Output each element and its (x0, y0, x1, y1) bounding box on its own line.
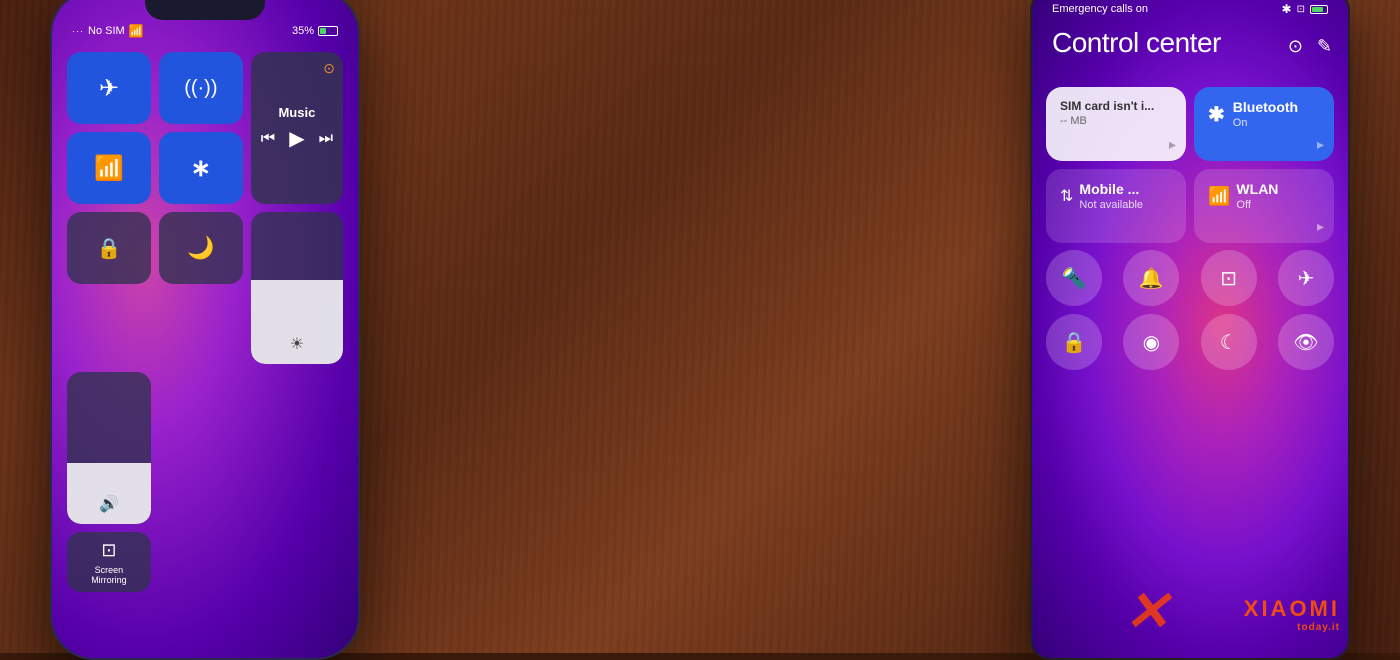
control-center-title-icons: ⊙ ✎ (1288, 36, 1332, 57)
dnd-button[interactable]: ☾ (1201, 314, 1257, 370)
xiaomi-battery-fill (1312, 7, 1323, 12)
screen-mirroring-label: ScreenMirroring (91, 565, 127, 585)
airplane-button-right[interactable]: ✈ (1278, 250, 1334, 306)
bluetooth-tile[interactable]: ∗ (159, 132, 243, 204)
lock-icon: 🔒 (1062, 330, 1087, 355)
iphone-notch (145, 0, 265, 20)
edit-icon[interactable]: ✎ (1317, 36, 1332, 57)
screenshot-button[interactable]: ⊡ (1201, 250, 1257, 306)
xiaomi-control-center-grid: SIM card isn't i... -- MB ▸ ✱ Bluetooth … (1046, 87, 1334, 243)
rotation-lock-tile[interactable]: 🔒 (67, 212, 151, 284)
battery-icon (318, 26, 338, 36)
bell-icon: 🔔 (1139, 266, 1164, 291)
volume-icon: 🔊 (99, 494, 119, 514)
bluetooth-status: On (1233, 117, 1298, 129)
location-button[interactable]: ◉ (1123, 314, 1179, 370)
music-tile[interactable]: ⊙ Music ⏮ ▶ ⏭ (251, 52, 343, 204)
no-sim-label: No SIM (88, 25, 125, 37)
quick-action-row1: 🔦 🔔 ⊡ ✈ (1046, 250, 1334, 306)
screen-mirroring-tile[interactable]: ⊡ ScreenMirroring (67, 532, 151, 592)
cellular-tile[interactable]: ((·)) (159, 52, 243, 124)
lock-button[interactable]: 🔒 (1046, 314, 1102, 370)
iphone-control-center: ✈ ((·)) ⊙ Music ⏮ ▶ ⏭ 📶 ∗ (67, 52, 343, 592)
brightness-icon: ☀ (290, 334, 304, 354)
xiaomi-status-bar: Emergency calls on ✱ ⊡ (1052, 2, 1328, 16)
screenshot-icon: ⊡ (1220, 266, 1237, 291)
emergency-calls-label: Emergency calls on (1052, 3, 1148, 15)
signal-status-icon: ⊡ (1297, 4, 1305, 15)
eye-button[interactable]: 👁 (1278, 314, 1334, 370)
mobile-data-status: Not available (1079, 199, 1143, 211)
location-icon: ◉ (1143, 330, 1160, 355)
sim-card-tile[interactable]: SIM card isn't i... -- MB ▸ (1046, 87, 1186, 161)
flashlight-button[interactable]: 🔦 (1046, 250, 1102, 306)
mobile-data-label: Mobile ... (1079, 181, 1143, 197)
xiaomi-brand-name: XIAOMI (1244, 596, 1340, 622)
notification-button[interactable]: 🔔 (1123, 250, 1179, 306)
music-controls: ⏮ ▶ ⏭ (261, 126, 333, 151)
brightness-slider[interactable]: ☀ (251, 212, 343, 364)
iphone-battery-info: 35% (292, 25, 338, 37)
battery-fill (320, 28, 326, 34)
iphone-signal-info: ··· No SIM 📶 (72, 24, 144, 38)
bluetooth-icon-right: ✱ (1208, 102, 1225, 127)
next-icon[interactable]: ⏭ (319, 130, 333, 148)
control-center-title: Control center (1052, 27, 1221, 59)
quick-action-row2: 🔒 ◉ ☾ 👁 (1046, 314, 1334, 370)
bluetooth-status-icon: ✱ (1282, 2, 1292, 16)
bluetooth-label: Bluetooth (1233, 99, 1298, 115)
sim-card-arrow: ▸ (1169, 136, 1176, 153)
do-not-disturb-tile[interactable]: 🌙 (159, 212, 243, 284)
xiaomi-x-decoration: ✕ (1124, 579, 1170, 643)
play-icon[interactable]: ▶ (289, 126, 304, 151)
wlan-arrow: ▸ (1317, 218, 1324, 235)
airplay-icon: ⊙ (323, 60, 335, 77)
prev-icon[interactable]: ⏮ (261, 130, 275, 148)
mobile-data-tile[interactable]: ⇅ Mobile ... Not available (1046, 169, 1186, 243)
signal-dots-icon: ··· (72, 26, 84, 36)
airplane-mode-tile[interactable]: ✈ (67, 52, 151, 124)
battery-percentage: 35% (292, 25, 314, 37)
eye-icon: 👁 (1293, 330, 1318, 355)
moon-icon: 🌙 (187, 235, 214, 261)
airplane-icon: ✈ (99, 74, 119, 103)
xiaomi-status-icons: ✱ ⊡ (1282, 2, 1328, 16)
bluetooth-icon-tile: ∗ (191, 154, 211, 183)
bluetooth-arrow: ▸ (1317, 136, 1324, 153)
dnd-icon: ☾ (1220, 330, 1238, 355)
wlan-label: WLAN (1236, 181, 1278, 197)
bluetooth-tile-right[interactable]: ✱ Bluetooth On ▸ (1194, 87, 1334, 161)
xiaomi-watermark: XIAOMI today.it (1244, 596, 1340, 633)
wifi-icon-tile: 📶 (94, 154, 124, 183)
wifi-icon: 📶 (129, 24, 144, 38)
rotation-lock-icon: 🔒 (96, 236, 121, 261)
wlan-tile[interactable]: 📶 WLAN Off ▸ (1194, 169, 1334, 243)
iphone-screen: ··· No SIM 📶 35% ✈ ((·)) ⊙ Music (52, 0, 358, 658)
wlan-status: Off (1236, 199, 1278, 211)
settings-icon[interactable]: ⊙ (1288, 36, 1303, 57)
cellular-icon: ((·)) (184, 77, 217, 100)
flashlight-icon: 🔦 (1062, 266, 1087, 291)
screen-mirroring-icon: ⊡ (101, 540, 116, 561)
mobile-data-icon: ⇅ (1060, 186, 1073, 206)
wifi-tile[interactable]: 📶 (67, 132, 151, 204)
sim-card-label: SIM card isn't i... (1060, 99, 1172, 113)
iphone-status-bar: ··· No SIM 📶 35% (72, 24, 338, 38)
iphone-device: ··· No SIM 📶 35% ✈ ((·)) ⊙ Music (50, 0, 360, 660)
volume-slider[interactable]: 🔊 (67, 372, 151, 524)
xiaomi-device: Emergency calls on ✱ ⊡ Control center ⊙ … (1030, 0, 1350, 660)
xiaomi-site-label: today.it (1297, 622, 1340, 633)
xiaomi-battery-icon (1310, 5, 1328, 14)
music-title-label: Music (278, 105, 315, 120)
wlan-icon: 📶 (1208, 186, 1230, 207)
airplane-icon-right: ✈ (1298, 266, 1315, 291)
sim-card-sub: -- MB (1060, 115, 1172, 127)
xiaomi-screen: Emergency calls on ✱ ⊡ Control center ⊙ … (1032, 0, 1348, 658)
